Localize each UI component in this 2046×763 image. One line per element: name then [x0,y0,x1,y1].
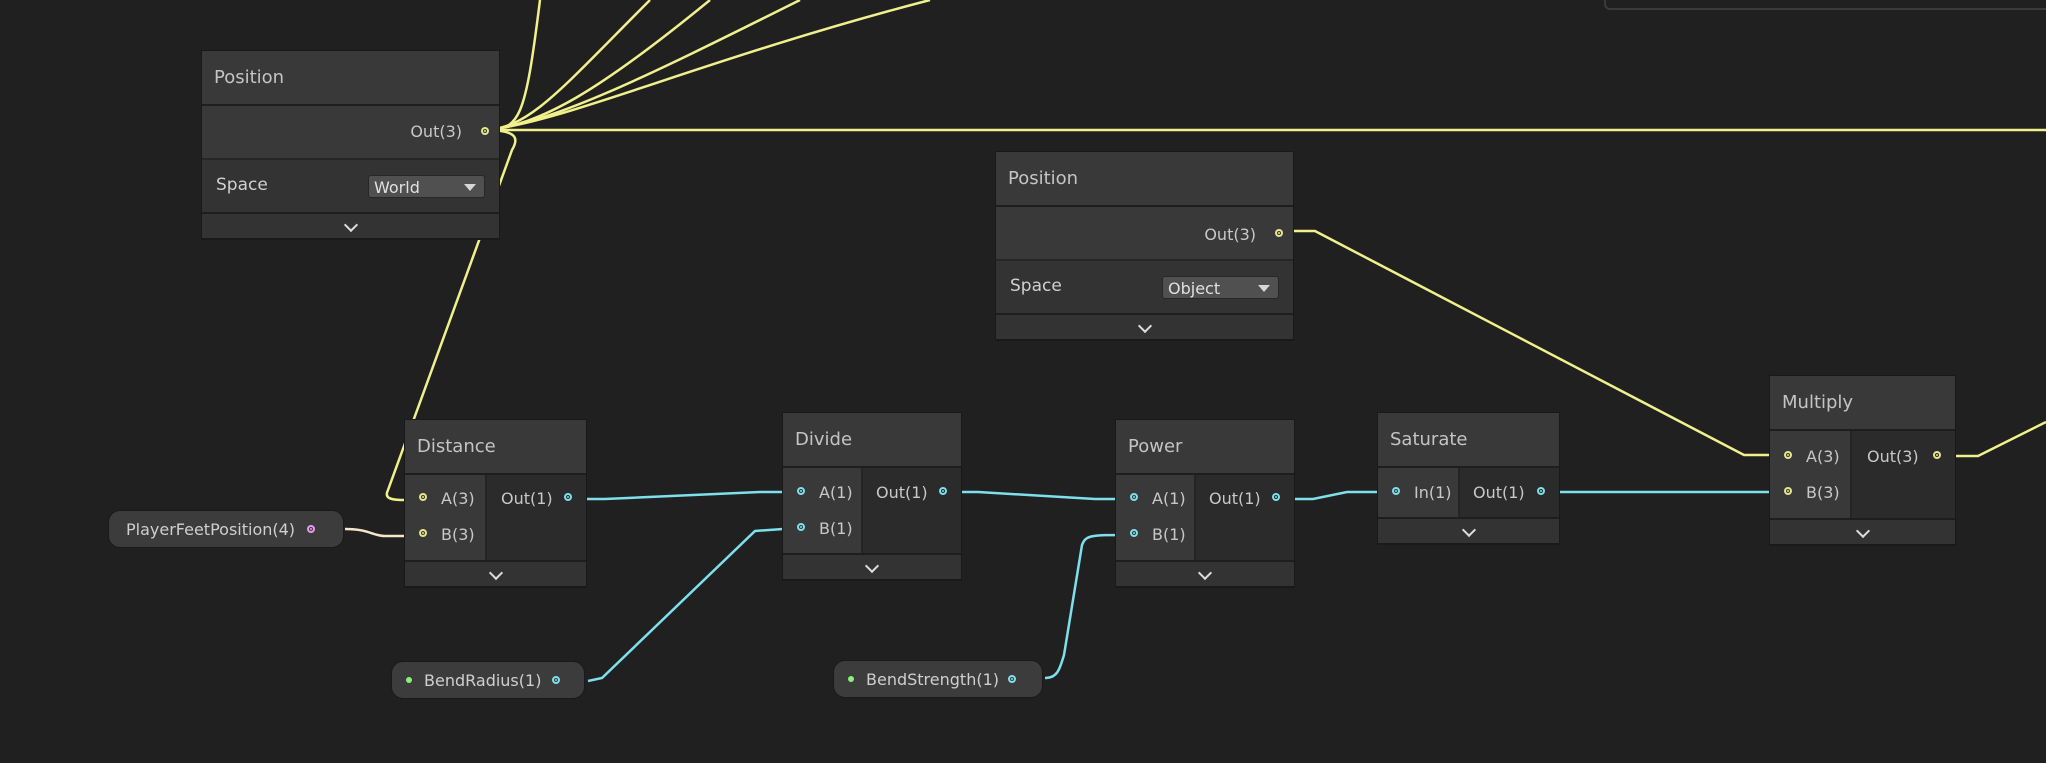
expand-footer[interactable] [405,560,586,586]
node-title: Power [1116,420,1294,475]
space-dropdown-value: Object [1168,279,1221,298]
out-port-icon[interactable] [1275,229,1283,237]
space-dropdown[interactable]: World [368,175,485,198]
in-a-label: A(1) [819,483,853,502]
in-b-label: B(1) [1152,525,1186,544]
out-port-icon[interactable] [564,493,572,501]
node-title: Distance [405,420,586,475]
space-row: Space World [202,158,499,214]
space-row: Space Object [996,259,1293,315]
out-label: Out(1) [1209,489,1261,508]
exposed-dot-icon [406,677,412,683]
chevron-down-icon [864,558,880,574]
in-a-port-icon[interactable] [1130,493,1138,501]
chevron-down-icon [343,217,358,233]
output-row: Out(3) [202,106,499,158]
in-b-label: B(3) [441,525,475,544]
input-column [1770,431,1852,520]
property-out-port-icon[interactable] [1008,675,1016,683]
out-port-icon[interactable] [481,127,489,135]
chevron-down-icon [1197,565,1213,581]
node-title: Position [202,51,499,106]
in-label: In(1) [1414,483,1452,502]
expand-footer[interactable] [996,313,1293,339]
out-label: Out(1) [501,489,553,508]
expand-footer[interactable] [202,212,499,238]
chevron-down-icon [1461,522,1476,538]
in-b-port-icon[interactable] [1784,487,1792,495]
position-object-node[interactable]: Position Out(3) Space Object [995,151,1294,340]
space-label: Space [216,175,268,195]
property-out-port-icon[interactable] [552,676,560,684]
in-a-label: A(3) [1806,447,1840,466]
divide-node[interactable]: Divide A(1) B(1) Out(1) [782,412,962,580]
wire-radius-to-divide [587,526,798,683]
expand-footer[interactable] [1116,560,1294,586]
in-b-label: B(1) [819,519,853,538]
property-label: BendRadius(1) [424,671,542,690]
property-label: BendStrength(1) [866,670,999,689]
position-world-node[interactable]: Position Out(3) Space World [201,50,500,239]
expand-footer[interactable] [1378,517,1559,543]
in-a-port-icon[interactable] [797,487,805,495]
space-label: Space [1010,276,1062,296]
saturate-node[interactable]: Saturate In(1) Out(1) [1377,412,1560,544]
in-b-port-icon[interactable] [797,523,805,531]
wire-distance-to-divide [568,490,797,501]
chevron-down-icon [1855,523,1870,539]
bend-strength-property[interactable]: BendStrength(1) [833,660,1043,698]
wire-power-to-saturate [1278,490,1393,501]
in-b-port-icon[interactable] [419,529,427,537]
dropdown-arrow-icon [1258,285,1270,292]
player-feet-position-property[interactable]: PlayerFeetPosition(4) [108,510,344,548]
blackboard-panel-edge [1604,0,2046,10]
space-dropdown-value: World [374,178,420,197]
out-port-label: Out(3) [410,122,462,141]
power-node[interactable]: Power A(1) B(1) Out(1) [1115,419,1295,587]
expand-footer[interactable] [783,553,961,579]
bend-radius-property[interactable]: BendRadius(1) [391,661,585,699]
property-label: PlayerFeetPosition(4) [126,520,296,539]
input-column [783,468,863,555]
property-out-port-icon[interactable] [307,525,315,533]
distance-node[interactable]: Distance A(3) B(3) Out(1) [404,419,587,587]
output-row: Out(3) [996,207,1293,259]
out-port-icon[interactable] [939,487,947,495]
out-port-icon[interactable] [1272,493,1280,501]
exposed-dot-icon [848,676,854,682]
node-title: Position [996,152,1293,207]
in-port-icon[interactable] [1392,487,1400,495]
chevron-down-icon [488,565,503,581]
in-a-port-icon[interactable] [419,493,427,501]
node-title: Multiply [1770,376,1955,431]
multiply-node[interactable]: Multiply A(3) B(3) Out(3) [1769,375,1956,545]
in-b-label: B(3) [1806,483,1840,502]
out-label: Out(1) [876,483,928,502]
out-port-icon[interactable] [1933,451,1941,459]
dropdown-arrow-icon [464,184,476,191]
in-a-label: A(1) [1152,489,1186,508]
out-port-icon[interactable] [1537,487,1545,495]
node-title: Saturate [1378,413,1559,468]
in-a-port-icon[interactable] [1784,451,1792,459]
node-title: Divide [783,413,961,468]
in-a-label: A(3) [441,489,475,508]
in-b-port-icon[interactable] [1130,529,1138,537]
out-port-label: Out(3) [1204,225,1256,244]
out-label: Out(1) [1473,483,1525,502]
space-dropdown[interactable]: Object [1162,276,1279,299]
chevron-down-icon [1137,318,1152,334]
wire-divide-to-power [943,490,1130,501]
out-label: Out(3) [1867,447,1919,466]
expand-footer[interactable] [1770,518,1955,544]
